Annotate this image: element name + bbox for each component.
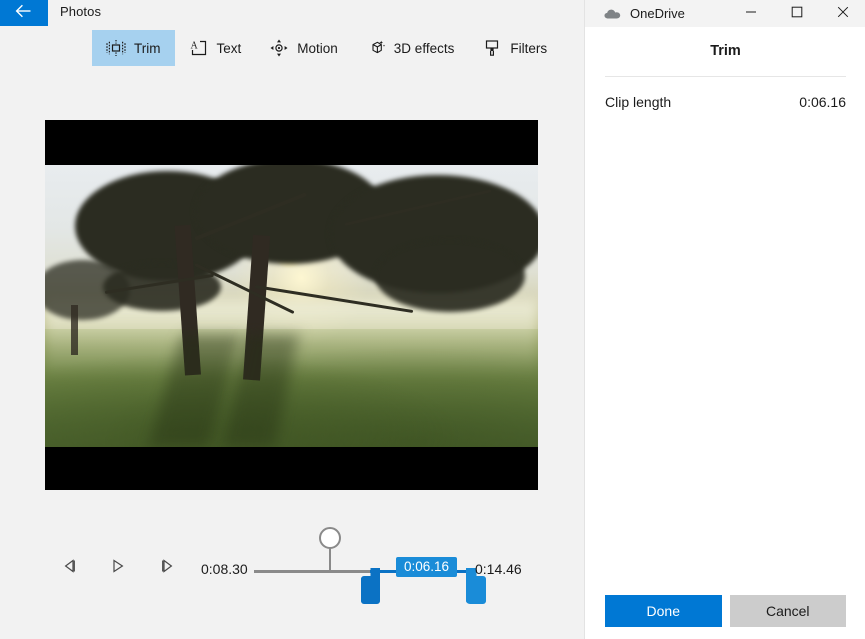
close-button[interactable]	[820, 0, 865, 27]
next-frame-icon	[159, 558, 175, 578]
panel-divider	[605, 76, 846, 77]
cancel-button[interactable]: Cancel	[729, 595, 846, 627]
tab-text-label: Text	[216, 40, 242, 56]
back-arrow-icon	[15, 4, 33, 23]
tab-filters[interactable]: Filters	[468, 30, 561, 66]
play-button[interactable]	[101, 552, 135, 584]
trim-icon	[106, 38, 126, 58]
tab-3d-effects-label: 3D effects	[393, 40, 455, 56]
minimize-icon	[745, 5, 757, 23]
onedrive-title-bar[interactable]: OneDrive	[585, 0, 865, 27]
text-icon: A	[189, 38, 209, 58]
photos-title-bar: Photos	[0, 0, 584, 26]
frame-trunk-far	[71, 305, 78, 355]
video-preview[interactable]	[45, 120, 538, 490]
onedrive-title: OneDrive	[630, 6, 685, 21]
close-icon	[837, 5, 849, 23]
editor-toolbar: Trim A Text Motion 3D effects Filters	[0, 30, 561, 68]
playhead-stem	[329, 548, 331, 573]
tab-text[interactable]: A Text	[175, 30, 256, 66]
filters-icon	[482, 38, 502, 58]
done-button[interactable]: Done	[605, 595, 722, 627]
onedrive-cloud-icon	[604, 8, 621, 20]
panel-title: Trim	[710, 43, 741, 59]
previous-frame-icon	[62, 558, 78, 578]
clip-length-value: 0:06.16	[799, 94, 846, 110]
playhead-knob-icon	[319, 527, 341, 549]
tab-3d-effects[interactable]: 3D effects	[352, 30, 469, 66]
photos-editor-window: Photos Trim A Text Motion 3D effects Fil…	[0, 0, 584, 639]
frame-canopy-right-low	[375, 240, 525, 312]
video-frame-image	[45, 165, 538, 447]
svg-text:A: A	[190, 41, 198, 52]
back-button[interactable]	[0, 0, 48, 26]
panel-actions: Done Cancel	[605, 595, 846, 627]
tab-trim-label: Trim	[134, 40, 161, 56]
tab-motion-label: Motion	[297, 40, 338, 56]
maximize-icon	[791, 5, 803, 23]
tab-motion[interactable]: Motion	[255, 30, 352, 66]
timeline-clip-length-bubble: 0:06.16	[396, 557, 458, 577]
3d-effects-icon	[366, 38, 386, 58]
play-icon	[110, 558, 126, 578]
timeline-start-time: 0:08.30	[201, 561, 248, 577]
timeline-end-time: 0:14.46	[475, 561, 522, 577]
clip-length-row: Clip length 0:06.16	[605, 94, 846, 110]
next-frame-button[interactable]	[150, 552, 184, 584]
previous-frame-button[interactable]	[53, 552, 87, 584]
motion-icon	[269, 38, 289, 58]
playhead[interactable]	[319, 527, 343, 573]
maximize-button[interactable]	[774, 0, 820, 27]
app-title: Photos	[60, 4, 102, 19]
tab-filters-label: Filters	[510, 40, 548, 56]
clip-length-label: Clip length	[605, 94, 672, 110]
minimize-button[interactable]	[728, 0, 774, 27]
onedrive-window: OneDrive Trim Clip length 0:06.16 Done C…	[584, 0, 865, 639]
trim-start-handle[interactable]	[361, 568, 381, 604]
tab-trim[interactable]: Trim	[92, 30, 175, 66]
